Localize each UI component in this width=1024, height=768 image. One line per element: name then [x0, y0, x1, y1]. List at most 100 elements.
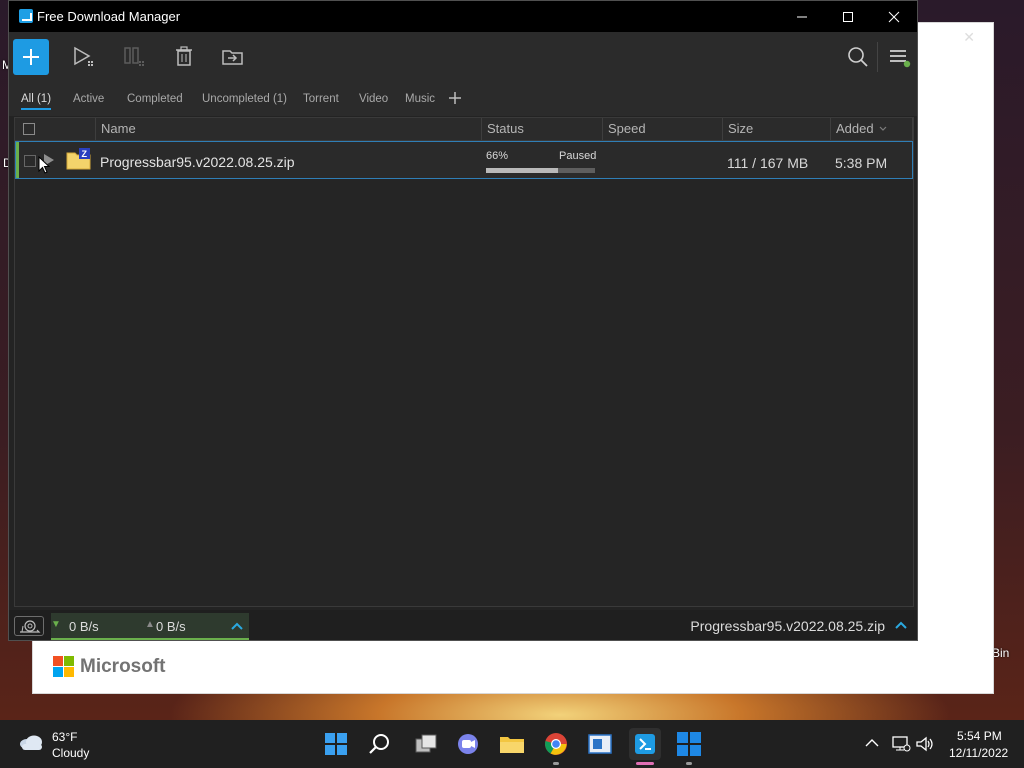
title-bar[interactable]: Free Download Manager — [9, 1, 917, 32]
tab-completed[interactable]: Completed — [127, 93, 183, 105]
chat-button[interactable] — [452, 728, 484, 760]
close-button[interactable] — [871, 1, 917, 32]
column-separator — [95, 118, 96, 140]
task-view-icon — [415, 734, 437, 753]
chat-icon — [458, 734, 478, 754]
column-header-status[interactable]: Status — [487, 121, 524, 136]
download-progress-fill — [486, 168, 558, 173]
windows-logo-icon — [677, 732, 701, 756]
column-header-size[interactable]: Size — [728, 121, 753, 136]
windows-start-icon — [325, 733, 347, 755]
chevron-up-icon[interactable] — [231, 622, 243, 630]
list-header: Name Status Speed Size Added — [15, 118, 913, 141]
fdm-app-icon — [19, 9, 33, 23]
status-bar: ▼ 0 B/s ▲ 0 B/s Progressbar95.v2022.08.2… — [9, 610, 917, 640]
network-icon[interactable] — [891, 735, 911, 753]
chevron-up-icon[interactable] — [895, 621, 907, 629]
minimize-button[interactable] — [779, 1, 825, 32]
current-file-name[interactable]: Progressbar95.v2022.08.25.zip — [690, 618, 885, 634]
notepad-button[interactable] — [584, 728, 616, 760]
cloud-icon[interactable] — [18, 734, 44, 750]
delete-button[interactable] — [171, 44, 197, 70]
select-all-checkbox[interactable] — [23, 123, 35, 135]
column-separator — [602, 118, 603, 140]
download-status-text: Paused — [559, 150, 597, 162]
chrome-icon — [545, 733, 567, 755]
chrome-button[interactable] — [540, 728, 572, 760]
column-separator — [912, 118, 913, 140]
download-arrow-icon: ▼ — [51, 619, 61, 630]
tab-uncompleted[interactable]: Uncompleted (1) — [202, 93, 287, 105]
active-app-indicator — [636, 762, 654, 765]
search-button[interactable] — [845, 44, 871, 70]
tab-torrent[interactable]: Torrent — [303, 93, 339, 105]
weather-condition[interactable]: Cloudy — [52, 746, 89, 760]
file-explorer-button[interactable] — [496, 728, 528, 760]
play-icon — [74, 46, 93, 66]
task-view-button[interactable] — [410, 728, 442, 760]
column-separator — [830, 118, 831, 140]
speed-summary[interactable]: ▼ 0 B/s ▲ 0 B/s — [51, 613, 249, 640]
svg-text:Z: Z — [82, 149, 88, 159]
chevron-up-icon[interactable] — [865, 738, 879, 748]
pause-icon — [124, 47, 144, 66]
hamburger-menu-icon — [890, 50, 911, 68]
tab-all[interactable]: All (1) — [21, 93, 52, 110]
column-separator — [481, 118, 482, 140]
filter-tabs: All (1) Active Completed Uncompleted (1)… — [9, 82, 917, 116]
sort-desc-icon — [879, 126, 887, 131]
column-header-added[interactable]: Added — [836, 121, 874, 136]
fdm-app-icon — [635, 734, 655, 754]
document-app-icon — [588, 734, 612, 754]
column-header-speed[interactable]: Speed — [608, 121, 646, 136]
weather-temperature[interactable]: 63°F — [52, 730, 77, 744]
column-separator — [722, 118, 723, 140]
download-list: Name Status Speed Size Added Z Progressb… — [14, 117, 914, 607]
minimize-icon — [797, 16, 807, 17]
upload-speed: 0 B/s — [156, 619, 186, 634]
microsoft-brand-text: Microsoft — [80, 656, 166, 677]
running-indicator — [553, 762, 559, 765]
download-progress-percent: 66% — [486, 150, 509, 162]
folder-icon — [500, 737, 524, 753]
plus-icon — [449, 92, 461, 104]
maximize-icon — [843, 11, 853, 22]
search-icon — [369, 734, 389, 754]
add-tag-button[interactable] — [448, 88, 462, 113]
running-indicator — [686, 762, 692, 765]
row-checkbox[interactable] — [24, 155, 36, 167]
download-added-time: 5:38 PM — [835, 155, 888, 171]
tab-active[interactable]: Active — [73, 93, 104, 105]
speed-limit-toggle[interactable] — [14, 616, 44, 636]
download-speed: 0 B/s — [69, 619, 99, 634]
recycle-bin-label[interactable]: Bin — [992, 646, 1009, 660]
search-button[interactable] — [364, 728, 396, 760]
close-icon[interactable]: ✕ — [963, 29, 975, 46]
store-button[interactable] — [673, 728, 705, 760]
zip-archive-icon: Z — [66, 148, 91, 170]
pause-all-button[interactable] — [122, 44, 148, 70]
add-download-button[interactable] — [13, 39, 49, 75]
download-progress-bar — [486, 168, 595, 173]
table-row[interactable]: Z Progressbar95.v2022.08.25.zip 66% Paus… — [15, 141, 913, 179]
start-button[interactable] — [320, 728, 352, 760]
column-header-name[interactable]: Name — [101, 121, 136, 136]
fdm-taskbar-button[interactable] — [629, 728, 661, 760]
close-icon — [888, 11, 900, 22]
toolbar-divider — [877, 42, 878, 72]
mouse-cursor-icon — [38, 156, 50, 174]
clock-date[interactable]: 12/11/2022 — [949, 746, 1008, 760]
volume-icon[interactable] — [915, 735, 935, 753]
window-title: Free Download Manager — [37, 9, 181, 24]
maximize-button[interactable] — [825, 1, 871, 32]
move-to-folder-button[interactable] — [220, 44, 246, 70]
resume-all-button[interactable] — [71, 44, 97, 70]
plus-icon — [23, 49, 39, 65]
clock-time[interactable]: 5:54 PM — [957, 729, 1002, 743]
download-size: 111 / 167 MB — [727, 155, 809, 171]
tab-music[interactable]: Music — [405, 93, 435, 105]
tab-video[interactable]: Video — [359, 93, 388, 105]
trash-icon — [176, 46, 192, 66]
main-menu-button[interactable] — [886, 44, 912, 70]
taskbar: 63°F Cloudy 5:54 PM 12/11/2022 — [0, 720, 1024, 768]
